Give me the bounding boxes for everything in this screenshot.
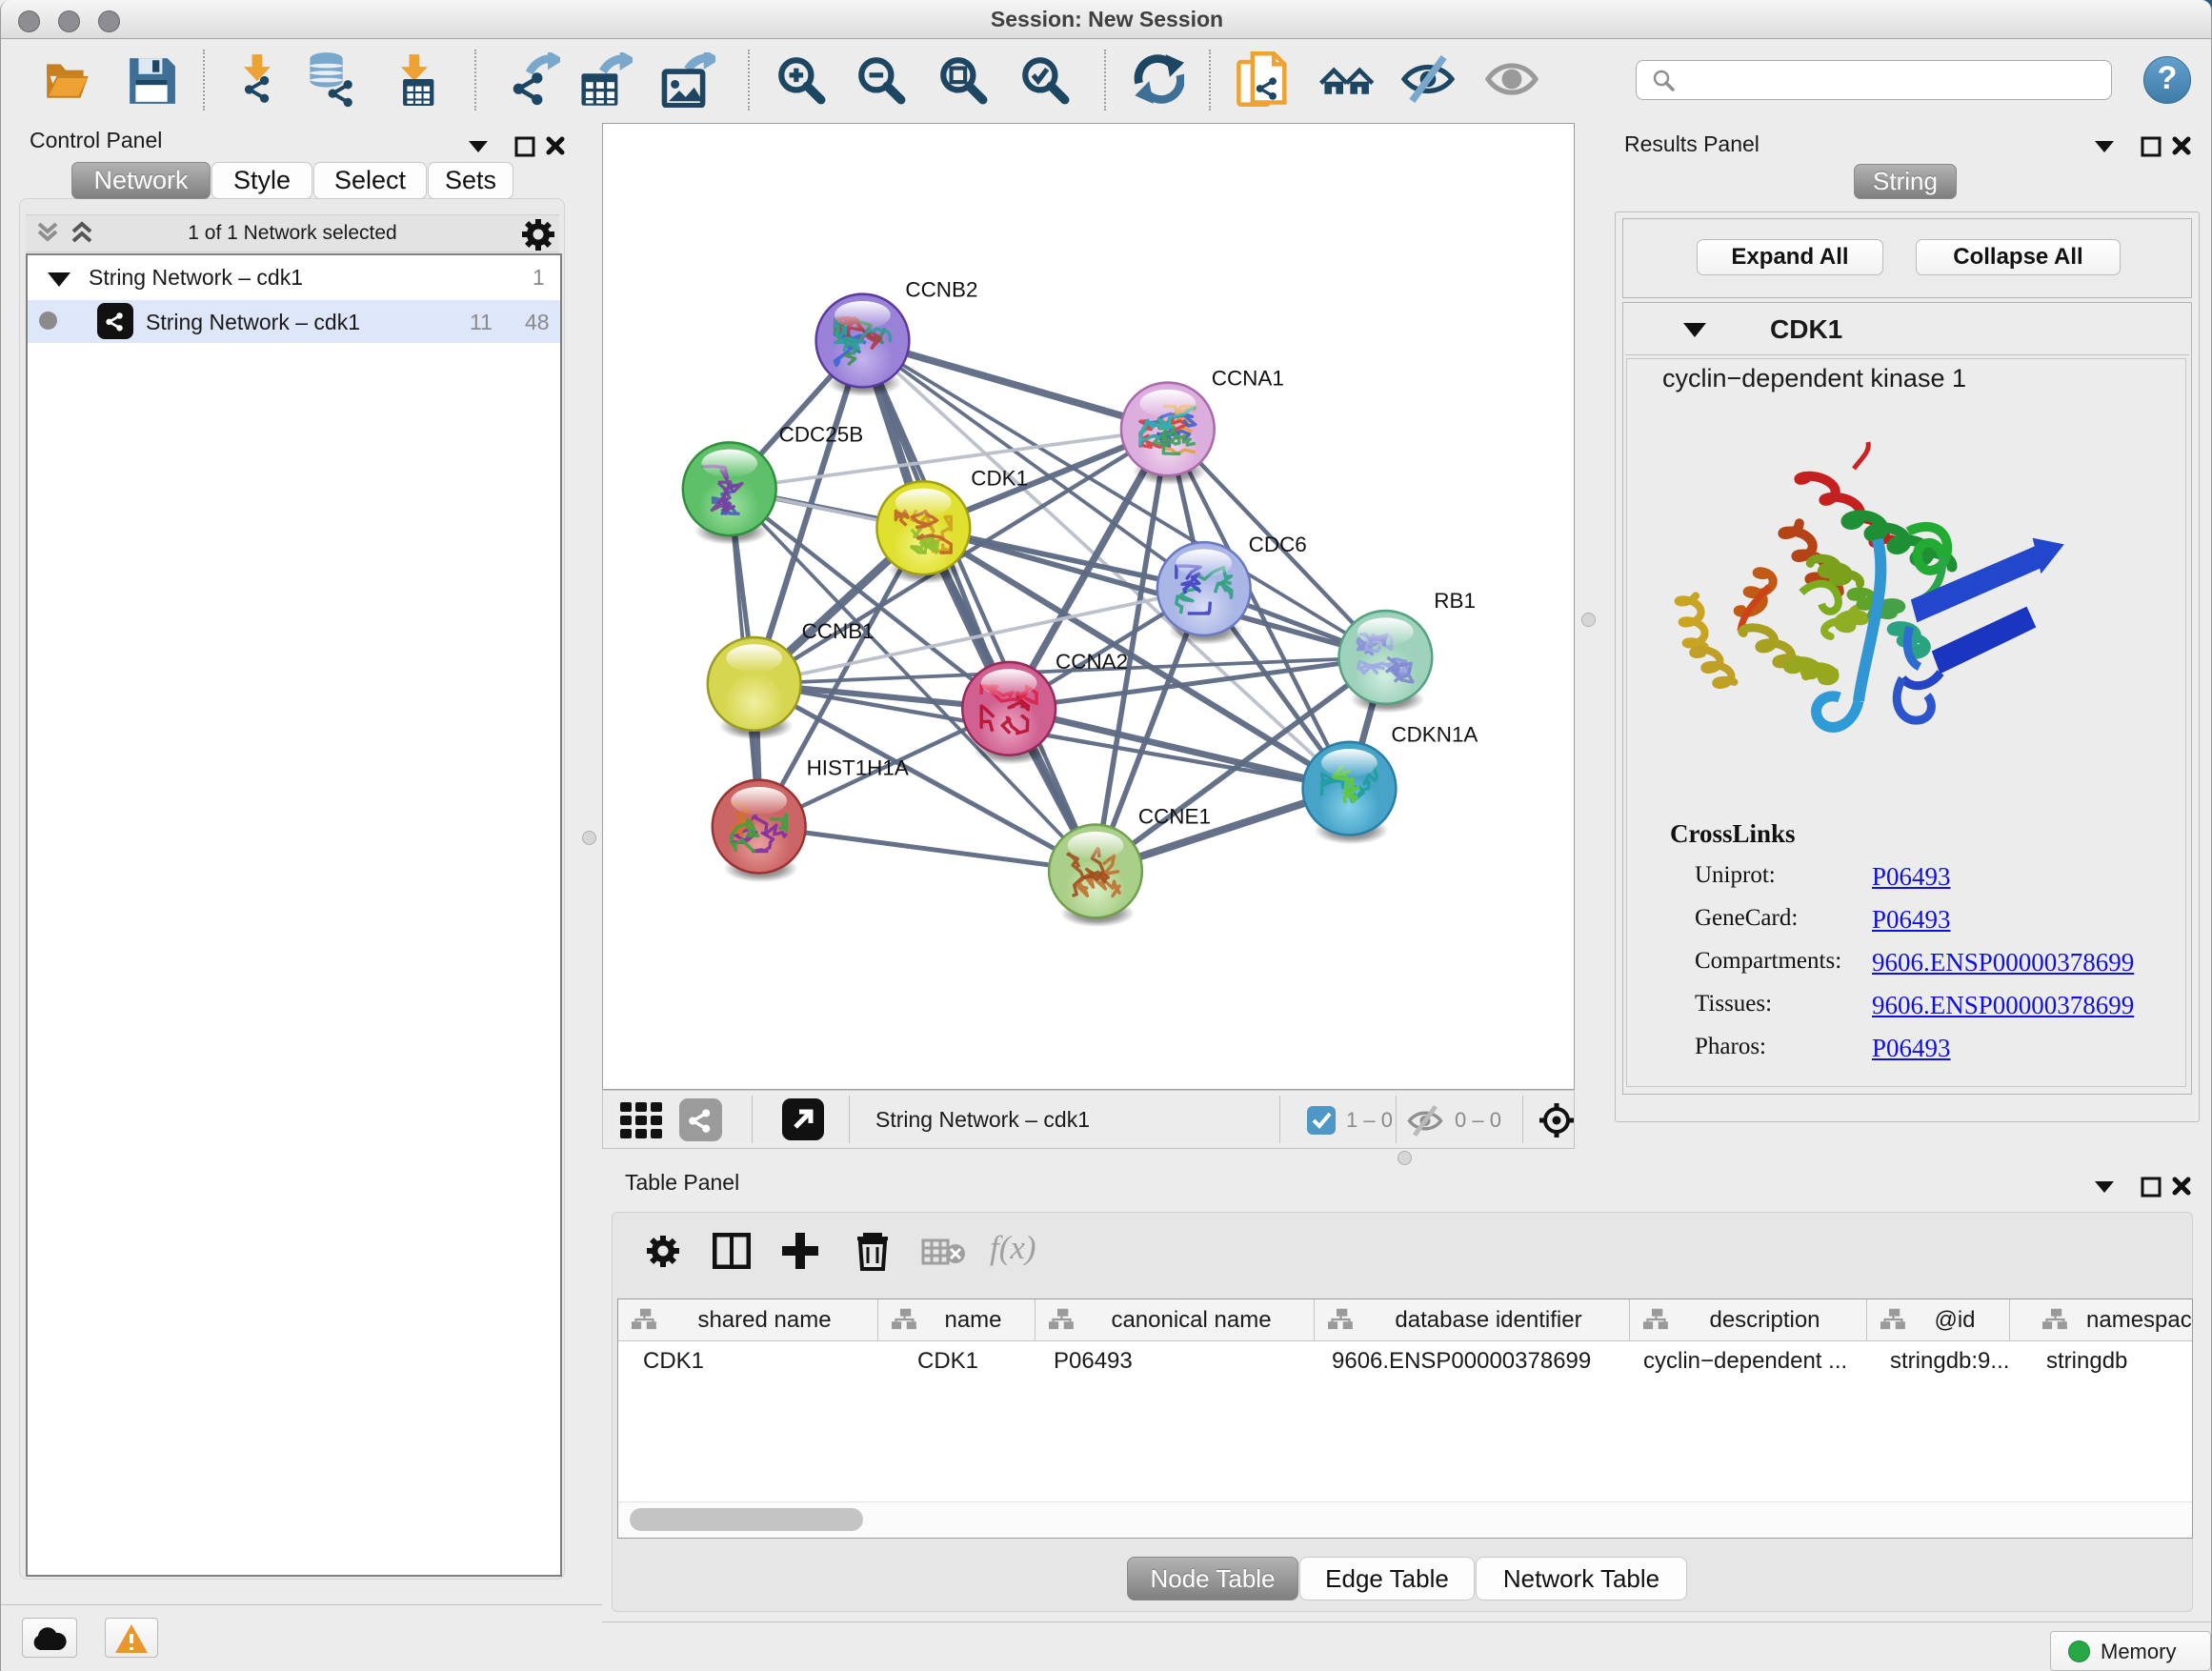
svg-text:CCNA1: CCNA1 — [1212, 366, 1284, 390]
svg-text:CDK1: CDK1 — [971, 466, 1028, 490]
svg-text:CCNA2: CCNA2 — [1056, 650, 1128, 674]
svg-text:RB1: RB1 — [1434, 589, 1476, 613]
svg-text:CCNB2: CCNB2 — [905, 278, 977, 302]
svg-text:CDKN1A: CDKN1A — [1391, 723, 1478, 747]
svg-text:HIST1H1A: HIST1H1A — [807, 756, 909, 780]
svg-text:CCNB1: CCNB1 — [802, 619, 875, 643]
svg-text:CCNE1: CCNE1 — [1138, 805, 1211, 829]
svg-text:CDC6: CDC6 — [1249, 533, 1307, 556]
svg-text:CDC25B: CDC25B — [779, 422, 864, 446]
